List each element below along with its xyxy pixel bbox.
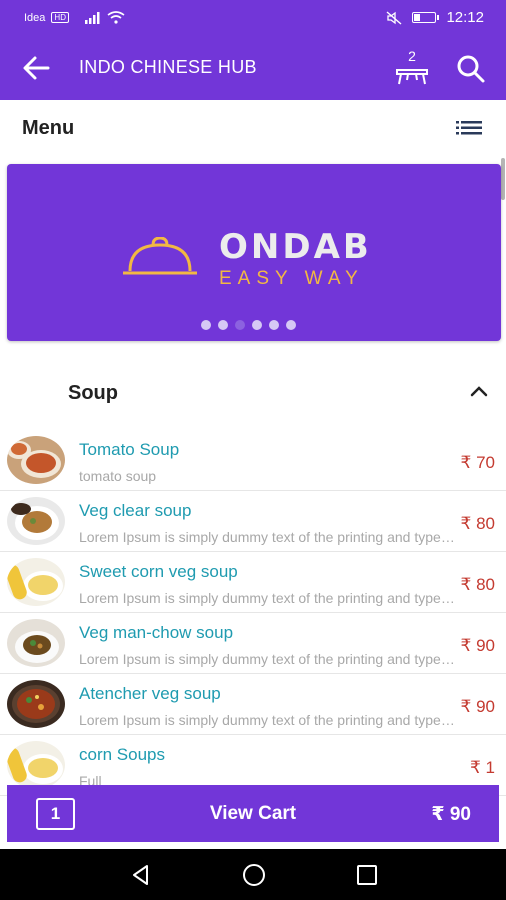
- category-title: Soup: [68, 382, 118, 404]
- item-name: corn Soups: [79, 745, 165, 764]
- nav-recents-icon[interactable]: [355, 863, 379, 887]
- item-description: tomato soup: [79, 468, 157, 484]
- item-price: ₹ 80: [460, 575, 495, 594]
- cart-total: ₹ 90: [431, 804, 471, 825]
- menu-item[interactable]: Tomato Soup tomato soup ₹ 70: [0, 430, 506, 491]
- menu-header: Menu: [0, 100, 506, 156]
- promo-banner[interactable]: ONDAB EASY WAY: [7, 164, 501, 341]
- mute-icon: [386, 10, 402, 25]
- brand-tagline: EASY WAY: [219, 268, 364, 289]
- carousel-indicators: [201, 320, 296, 330]
- back-arrow-icon[interactable]: [20, 52, 52, 84]
- menu-item[interactable]: Veg clear soup Lorem Ipsum is simply dumm…: [0, 491, 506, 552]
- app-bar: INDO CHINESE HUB 2: [0, 36, 506, 100]
- nav-home-icon[interactable]: [241, 862, 267, 888]
- item-name: Sweet corn veg soup: [79, 562, 238, 581]
- nav-back-icon[interactable]: [129, 863, 153, 887]
- item-description: Lorem Ipsum is simply dummy text of the …: [79, 651, 455, 667]
- item-name: Veg man-chow soup: [79, 623, 234, 642]
- battery-icon: [412, 12, 440, 23]
- category-header[interactable]: Soup: [0, 365, 506, 421]
- chevron-up-icon[interactable]: [470, 384, 488, 398]
- view-cart-label: View Cart: [209, 803, 297, 824]
- signal-icon: [84, 11, 100, 24]
- item-name: Veg clear soup: [79, 501, 192, 520]
- item-thumbnail: [7, 558, 65, 606]
- search-icon[interactable]: [456, 54, 486, 84]
- carousel-dot[interactable]: [286, 320, 296, 330]
- carousel-dot[interactable]: [218, 320, 228, 330]
- carousel-dot[interactable]: [235, 320, 245, 330]
- item-thumbnail: [7, 619, 65, 667]
- carrier-name: Idea: [24, 11, 46, 24]
- table-selector[interactable]: 2: [394, 48, 430, 88]
- brand-name: ONDAB: [219, 227, 372, 267]
- restaurant-title: INDO CHINESE HUB: [79, 57, 257, 77]
- view-cart-bar[interactable]: 1 View Cart ₹ 90: [7, 785, 499, 842]
- item-price: ₹ 90: [460, 697, 495, 716]
- menu-item[interactable]: Atencher veg soup Lorem Ipsum is simply d…: [0, 674, 506, 735]
- table-icon: [396, 69, 428, 85]
- carousel-dot[interactable]: [201, 320, 211, 330]
- cloche-icon: [123, 237, 197, 275]
- carousel-dot[interactable]: [252, 320, 262, 330]
- item-thumbnail: [7, 436, 65, 484]
- item-price: ₹ 80: [460, 514, 495, 533]
- status-bar: Idea HD 12:12: [0, 0, 506, 36]
- menu-item[interactable]: Sweet corn veg soup Lorem Ipsum is simply…: [0, 552, 506, 613]
- scrollbar[interactable]: [501, 158, 505, 200]
- menu-item[interactable]: Veg man-chow soup Lorem Ipsum is simply d…: [0, 613, 506, 674]
- system-nav-bar: [0, 849, 506, 900]
- wifi-icon: [107, 11, 125, 24]
- carousel-dot[interactable]: [269, 320, 279, 330]
- item-thumbnail: [7, 497, 65, 545]
- item-name: Tomato Soup: [79, 440, 180, 459]
- menu-item-list: Tomato Soup tomato soup ₹ 70 Veg clear soup…: [0, 430, 506, 796]
- item-description: Lorem Ipsum is simply dummy text of the …: [79, 590, 455, 606]
- list-view-icon[interactable]: [456, 119, 482, 137]
- item-thumbnail: [7, 741, 65, 789]
- item-price: ₹ 70: [460, 453, 495, 472]
- menu-title: Menu: [22, 117, 75, 139]
- item-name: Atencher veg soup: [79, 684, 221, 703]
- item-description: Lorem Ipsum is simply dummy text of the …: [79, 712, 455, 728]
- status-time: 12:12: [446, 9, 484, 26]
- item-price: ₹ 1: [470, 758, 495, 777]
- hd-badge: HD: [51, 12, 69, 23]
- item-description: Lorem Ipsum is simply dummy text of the …: [79, 529, 455, 545]
- item-price: ₹ 90: [460, 636, 495, 655]
- item-thumbnail: [7, 680, 65, 728]
